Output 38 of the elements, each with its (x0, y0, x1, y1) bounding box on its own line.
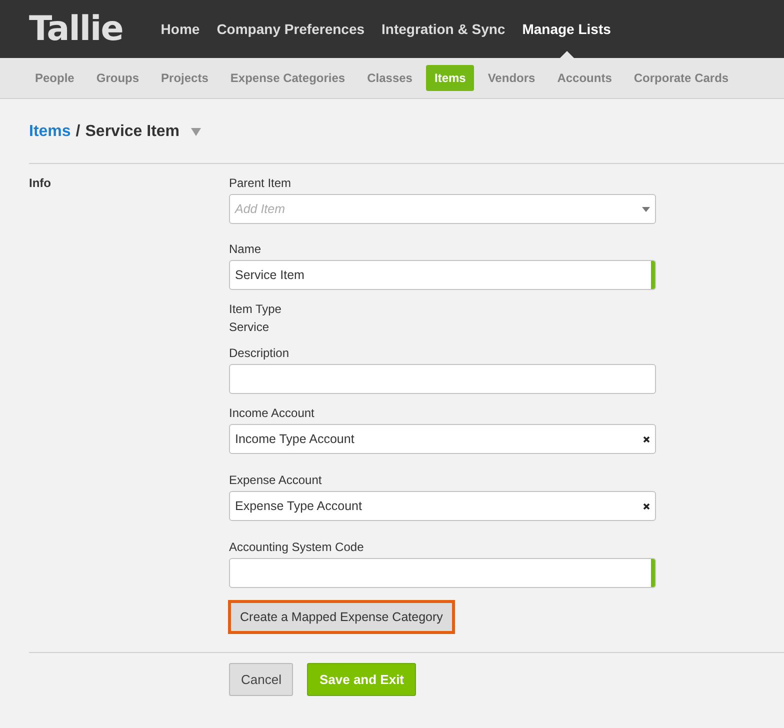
subnav-tab[interactable]: Corporate Cards (626, 65, 737, 91)
subnav-tab[interactable]: Items (426, 65, 474, 91)
nav-link[interactable]: Company Preferences (216, 0, 365, 58)
breadcrumb-separator: / (76, 123, 80, 141)
subnav-tab[interactable]: Accounts (549, 65, 620, 91)
parent-item-dropdown[interactable]: Add Item (229, 194, 656, 224)
field-label: Accounting System Code (229, 540, 365, 554)
subnav-tab[interactable]: Projects (153, 65, 216, 91)
logo[interactable]: Tallie (29, 9, 123, 49)
field-label: Parent Item (229, 176, 292, 190)
field-label: Income Account (229, 406, 316, 420)
subnav-tab[interactable]: Expense Categories (222, 65, 354, 91)
subnav-tab[interactable]: Classes (359, 65, 420, 91)
save-button[interactable]: Save and Exit (307, 663, 416, 696)
account-select[interactable]: Expense Type Account (229, 491, 656, 521)
nav-link[interactable]: Integration & Sync (382, 0, 506, 58)
field-label: Description (229, 346, 290, 360)
field-label: Item Type (229, 302, 282, 316)
field-label: Expense Account (229, 473, 323, 487)
create-mapped-category-button[interactable]: Create a Mapped Expense Category (228, 600, 455, 634)
input-field[interactable]: Service Item (229, 260, 656, 290)
field-label: Name (229, 242, 262, 256)
page-title: Service Item (85, 123, 180, 141)
subnav-tab[interactable]: Vendors (480, 65, 544, 91)
nav-link[interactable]: Home (160, 0, 200, 58)
breadcrumb-link[interactable]: Items (29, 123, 71, 141)
account-select[interactable]: Income Type Account (229, 424, 656, 454)
subnav-tab[interactable]: Groups (88, 65, 148, 91)
caret-icon (642, 206, 650, 212)
cancel-button[interactable]: Cancel (229, 663, 294, 696)
input-field[interactable] (229, 558, 656, 588)
section-label: Info (29, 176, 52, 190)
clear-icon[interactable] (643, 436, 650, 442)
clear-icon[interactable] (643, 502, 650, 510)
field-value: Service (229, 320, 270, 334)
subnav-tab[interactable]: People (27, 65, 82, 91)
caret-icon[interactable] (190, 128, 201, 136)
input-field[interactable] (229, 364, 656, 394)
